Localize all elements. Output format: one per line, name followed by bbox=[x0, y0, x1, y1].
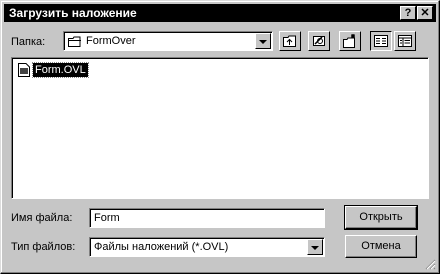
new-folder-icon bbox=[343, 34, 355, 48]
desktop-icon bbox=[313, 36, 325, 46]
folder-value: FormOver bbox=[86, 35, 136, 47]
folder-select[interactable]: FormOver bbox=[63, 31, 273, 51]
details-view-button[interactable] bbox=[394, 31, 416, 51]
open-button[interactable]: Открыть bbox=[344, 205, 418, 230]
chevron-down-icon bbox=[259, 40, 267, 44]
up-folder-icon bbox=[283, 35, 296, 47]
window-title: Загрузить наложение bbox=[9, 6, 137, 20]
filetype-select[interactable]: Файлы наложений (*.OVL) bbox=[89, 237, 325, 257]
list-view-icon bbox=[374, 35, 388, 47]
close-button[interactable]: ✕ bbox=[417, 6, 433, 20]
title-bar[interactable]: Загрузить наложение ? ✕ bbox=[4, 4, 436, 22]
file-name: Form.OVL bbox=[32, 62, 89, 78]
desktop-button[interactable] bbox=[308, 31, 330, 51]
resize-grip-icon[interactable] bbox=[424, 258, 436, 270]
folder-dropdown-button[interactable] bbox=[255, 33, 271, 49]
filetype-label: Тип файлов: bbox=[11, 241, 76, 253]
filetype-dropdown-button[interactable] bbox=[307, 239, 323, 255]
chevron-down-icon bbox=[311, 246, 319, 250]
folder-icon bbox=[68, 36, 81, 47]
filename-label: Имя файла: bbox=[11, 212, 73, 224]
folder-label: Папка: bbox=[11, 36, 46, 48]
load-overlay-dialog: Загрузить наложение ? ✕ Папка: FormOver bbox=[0, 0, 440, 274]
filetype-value: Файлы наложений (*.OVL) bbox=[94, 241, 229, 253]
list-view-button[interactable] bbox=[370, 31, 392, 51]
help-button[interactable]: ? bbox=[400, 6, 416, 20]
new-folder-button[interactable] bbox=[339, 31, 361, 51]
details-view-icon bbox=[398, 35, 412, 47]
cancel-button[interactable]: Отмена bbox=[345, 235, 417, 258]
file-list[interactable]: Form.OVL bbox=[11, 57, 429, 199]
filename-input[interactable]: Form bbox=[89, 208, 325, 228]
filename-value: Form bbox=[94, 212, 120, 224]
file-icon bbox=[18, 63, 30, 77]
up-folder-button[interactable] bbox=[279, 31, 301, 51]
